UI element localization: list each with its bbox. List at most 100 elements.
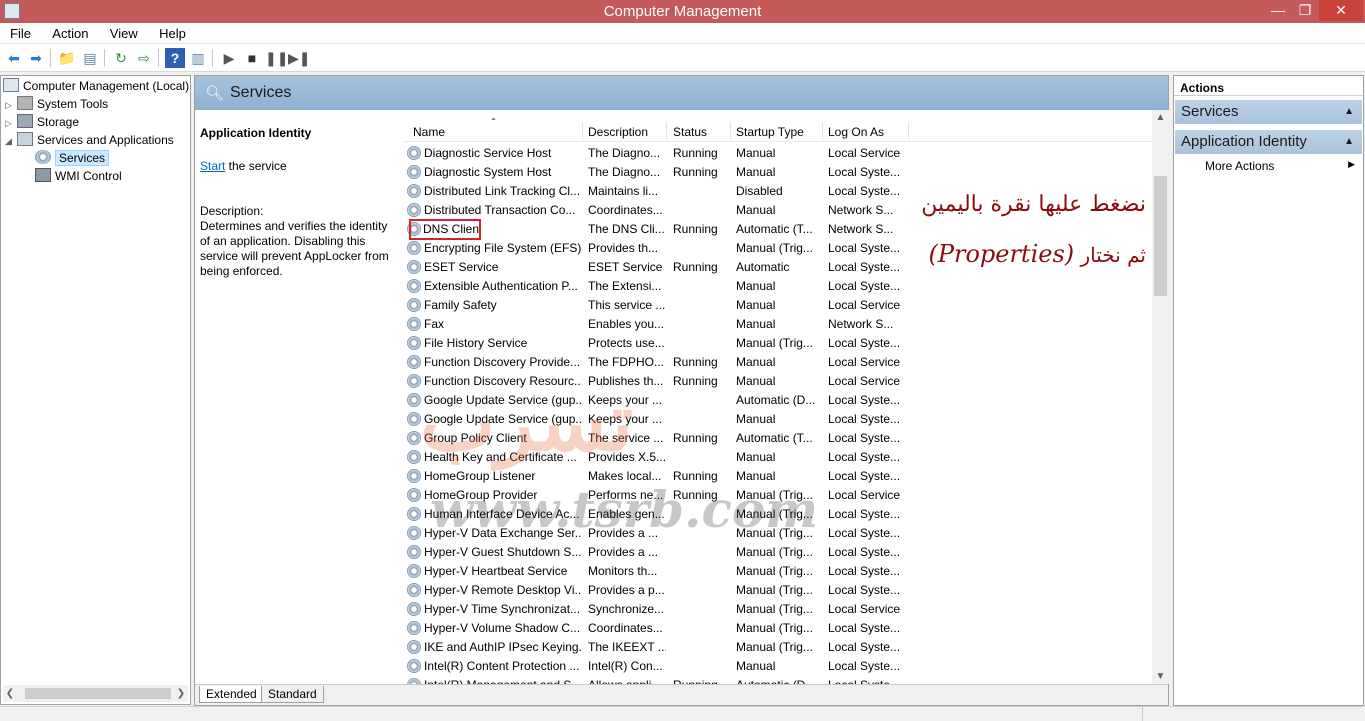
scroll-left-icon[interactable]: ❮ xyxy=(3,685,17,702)
service-name: Distributed Link Tracking Cl... xyxy=(424,184,581,198)
tab-standard[interactable]: Standard xyxy=(261,686,324,703)
restart-service-icon[interactable]: ▶❚ xyxy=(288,48,311,68)
column-startup-type[interactable]: Startup Type xyxy=(736,125,804,139)
column-separator[interactable] xyxy=(666,122,667,140)
service-name: Group Policy Client xyxy=(424,431,527,445)
more-actions-item[interactable]: More Actions xyxy=(1205,159,1274,173)
annotation-line-2-text: ثم نختار xyxy=(1080,243,1147,267)
service-startup-type: Manual xyxy=(736,450,776,464)
table-row[interactable]: Function Discovery Resourc... Publishes t… xyxy=(404,372,1156,391)
column-log-on-as[interactable]: Log On As xyxy=(828,125,884,139)
table-row[interactable]: Diagnostic Service Host The Diagno... Runn… xyxy=(404,144,1156,163)
service-name: Family Safety xyxy=(424,298,497,312)
tab-extended[interactable]: Extended xyxy=(199,686,264,703)
table-row[interactable]: Function Discovery Provide... The FDPHO..… xyxy=(404,353,1156,372)
service-name: Extensible Authentication P... xyxy=(424,279,578,293)
service-startup-type: Manual xyxy=(736,374,776,388)
tree-item-storage[interactable]: ▷ Storage xyxy=(5,113,79,131)
service-gear-icon xyxy=(407,374,421,388)
tree-root[interactable]: Computer Management (Local) xyxy=(3,77,189,95)
table-row[interactable]: Hyper-V Volume Shadow C... Coordinates...… xyxy=(404,619,1156,638)
menu-help[interactable]: Help xyxy=(149,23,194,41)
column-separator[interactable] xyxy=(822,122,823,140)
column-description[interactable]: Description xyxy=(588,125,648,139)
service-description-cell: Provides a p... xyxy=(588,583,665,597)
collapse-icon[interactable]: ◢ xyxy=(5,132,17,150)
actions-section-services[interactable]: Services ▲ xyxy=(1175,100,1362,124)
service-startup-type: Manual (Trig... xyxy=(736,241,813,255)
service-name: Intel(R) Content Protection ... xyxy=(424,659,580,673)
table-row[interactable]: Group Policy Client The service ... Runnin… xyxy=(404,429,1156,448)
console-tree: Computer Management (Local) ▷ System Tool… xyxy=(0,75,191,705)
scroll-thumb[interactable] xyxy=(1154,176,1167,296)
service-startup-type: Manual xyxy=(736,355,776,369)
table-row[interactable]: Google Update Service (gup... Keeps your … xyxy=(404,410,1156,429)
column-name[interactable]: Name xyxy=(413,125,445,139)
table-row[interactable]: HomeGroup Provider Performs ne... Running M… xyxy=(404,486,1156,505)
service-description-cell: Provides th... xyxy=(588,241,659,255)
table-row[interactable]: Hyper-V Guest Shutdown S... Provides a ..… xyxy=(404,543,1156,562)
table-row[interactable]: Diagnostic System Host The Diagno... Runni… xyxy=(404,163,1156,182)
minimize-button[interactable]: — xyxy=(1264,0,1292,21)
restore-button[interactable]: ❐ xyxy=(1291,0,1319,21)
expand-icon[interactable]: ▷ xyxy=(5,114,17,132)
table-row[interactable]: Hyper-V Remote Desktop Vi... Provides a p… xyxy=(404,581,1156,600)
service-gear-icon xyxy=(407,279,421,293)
tree-item-services[interactable]: Services xyxy=(35,149,110,167)
expand-icon[interactable]: ▷ xyxy=(5,96,17,114)
back-icon[interactable]: ⬅ xyxy=(4,48,24,68)
show-hide-action-pane-icon[interactable]: ▥ xyxy=(188,48,208,68)
table-row[interactable]: Intel(R) Content Protection ... Intel(R) … xyxy=(404,657,1156,676)
service-status: Running xyxy=(673,222,718,236)
list-vertical-scrollbar[interactable]: ▲ ▼ xyxy=(1152,110,1169,684)
menu-file[interactable]: File xyxy=(0,23,39,41)
column-status[interactable]: Status xyxy=(673,125,707,139)
column-separator[interactable] xyxy=(908,122,909,140)
help-icon[interactable]: ? xyxy=(165,48,185,68)
service-name: Hyper-V Data Exchange Ser... xyxy=(424,526,582,540)
table-row[interactable]: Family Safety This service ... Manual Local… xyxy=(404,296,1156,315)
service-name: Hyper-V Remote Desktop Vi... xyxy=(424,583,582,597)
menu-view[interactable]: View xyxy=(100,23,146,41)
tree-item-system-tools[interactable]: ▷ System Tools xyxy=(5,95,108,113)
scroll-up-icon[interactable]: ▲ xyxy=(1152,112,1169,123)
refresh-icon[interactable]: ↻ xyxy=(111,48,131,68)
table-row[interactable]: IKE and AuthIP IPsec Keying... The IKEEXT… xyxy=(404,638,1156,657)
table-row[interactable]: Google Update Service (gup... Keeps your … xyxy=(404,391,1156,410)
forward-icon[interactable]: ➡ xyxy=(26,48,46,68)
annotation-line-1: نضغط عليها نقرة باليمين xyxy=(921,192,1146,217)
stop-service-icon[interactable]: ■ xyxy=(242,48,262,68)
up-folder-icon[interactable]: 📁 xyxy=(57,48,77,68)
close-button[interactable]: ✕ xyxy=(1319,0,1363,21)
table-row[interactable]: Intel(R) Management and S... Allows appli… xyxy=(404,676,1156,684)
scroll-thumb[interactable] xyxy=(25,688,171,699)
submenu-arrow-icon: ▶ xyxy=(1348,159,1355,169)
tree-item-wmi-control[interactable]: WMI Control xyxy=(35,167,122,185)
service-description-cell: Publishes th... xyxy=(588,374,664,388)
column-separator[interactable] xyxy=(582,122,583,140)
table-row[interactable]: Health Key and Certificate ... Provides X… xyxy=(404,448,1156,467)
column-separator[interactable] xyxy=(730,122,731,140)
tree-item-services-and-applications[interactable]: ◢ Services and Applications xyxy=(5,131,174,149)
menu-action[interactable]: Action xyxy=(42,23,96,41)
table-row[interactable]: Human Interface Device Ac... Enables gen.… xyxy=(404,505,1156,524)
pause-service-icon[interactable]: ❚❚ xyxy=(265,48,288,68)
table-row[interactable]: Hyper-V Time Synchronizat... Synchronize.… xyxy=(404,600,1156,619)
export-list-icon[interactable]: ⇨ xyxy=(134,48,154,68)
table-row[interactable]: Fax Enables you... Manual Network S... xyxy=(404,315,1156,334)
wmi-icon xyxy=(35,168,51,182)
show-hide-tree-icon[interactable]: ▤ xyxy=(80,48,100,68)
service-log-on-as: Network S... xyxy=(828,203,894,217)
tree-horizontal-scrollbar[interactable]: ❮ ❯ xyxy=(3,685,188,702)
collapse-icon[interactable]: ▲ xyxy=(1344,106,1354,117)
start-service-link[interactable]: Start xyxy=(200,159,225,173)
start-service-icon[interactable]: ▶ xyxy=(219,48,239,68)
scroll-right-icon[interactable]: ❯ xyxy=(174,685,188,702)
table-row[interactable]: File History Service Protects use... Manua… xyxy=(404,334,1156,353)
collapse-icon[interactable]: ▲ xyxy=(1344,136,1354,147)
actions-section-application-identity[interactable]: Application Identity ▲ xyxy=(1175,130,1362,154)
table-row[interactable]: Hyper-V Data Exchange Ser... Provides a .… xyxy=(404,524,1156,543)
scroll-down-icon[interactable]: ▼ xyxy=(1152,671,1169,682)
table-row[interactable]: Hyper-V Heartbeat Service Monitors th... M… xyxy=(404,562,1156,581)
table-row[interactable]: HomeGroup Listener Makes local... Running M… xyxy=(404,467,1156,486)
